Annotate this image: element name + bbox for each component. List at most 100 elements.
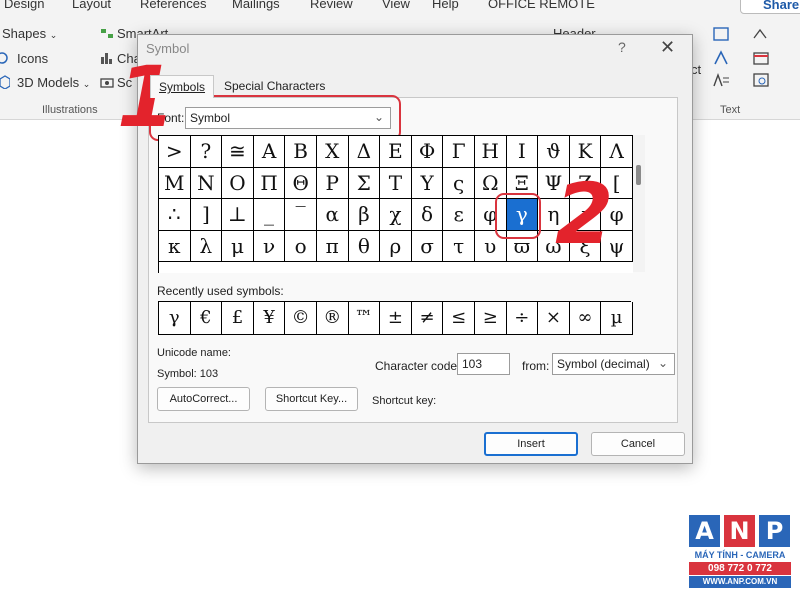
recent-symbol-cell[interactable]: ©	[285, 302, 317, 335]
symbol-cell[interactable]: Τ	[380, 167, 412, 200]
close-icon[interactable]: ✕	[660, 37, 675, 58]
menu-layout[interactable]: Layout	[72, 0, 111, 11]
symbol-cell[interactable]: ≅	[222, 136, 254, 168]
symbol-cell[interactable]: κ	[159, 230, 191, 263]
object-icon[interactable]	[752, 72, 770, 88]
symbol-cell[interactable]: Δ	[348, 136, 381, 168]
recent-symbol-cell[interactable]: ™	[348, 302, 381, 335]
recent-symbol-cell[interactable]: ≠	[411, 302, 444, 335]
menu-review[interactable]: Review	[310, 0, 353, 11]
symbol-cell[interactable]: ?	[190, 136, 223, 168]
from-label: from:	[522, 359, 550, 373]
shortcut-key-button[interactable]: Shortcut Key...	[265, 387, 358, 411]
recent-symbol-cell[interactable]: ÷	[506, 302, 539, 335]
symbol-grid-scrollbar[interactable]	[633, 135, 645, 272]
menu-mailings[interactable]: Mailings	[232, 0, 280, 11]
recent-symbol-cell[interactable]: €	[190, 302, 223, 335]
symbol-cell[interactable]: π	[317, 230, 349, 263]
symbol-cell[interactable]: χ	[380, 199, 412, 231]
menu-office-remote[interactable]: OFFICE REMOTE	[488, 0, 595, 11]
logo-website: WWW.ANP.COM.VN	[689, 576, 791, 588]
symbol-cell[interactable]: Π	[253, 167, 286, 200]
cancel-button[interactable]: Cancel	[591, 432, 685, 456]
symbol-cell[interactable]: ]	[190, 199, 223, 231]
symbol-cell[interactable]: σ	[411, 230, 444, 263]
textbox-icon[interactable]	[712, 26, 730, 42]
text-group-label: Text	[720, 104, 741, 116]
recent-symbol-cell[interactable]: ≥	[475, 302, 507, 335]
recent-symbol-cell[interactable]: ¥	[253, 302, 286, 335]
signature-line-icon[interactable]	[752, 26, 770, 42]
symbol-cell[interactable]: Η	[475, 136, 507, 168]
symbol-cell[interactable]: Κ	[569, 136, 602, 168]
date-time-icon[interactable]	[752, 50, 770, 66]
menu-view[interactable]: View	[382, 0, 410, 11]
recent-symbol-cell[interactable]: ×	[538, 302, 570, 335]
symbol-cell[interactable]: Γ	[443, 136, 475, 168]
logo-phone: 098 772 0 772	[689, 562, 791, 575]
recent-symbol-cell[interactable]: £	[222, 302, 254, 335]
share-label: Share	[763, 0, 800, 12]
recent-symbol-cell[interactable]: ≤	[443, 302, 475, 335]
symbol-cell[interactable]: δ	[411, 199, 444, 231]
menu-design[interactable]: Design	[4, 0, 44, 11]
symbol-cell[interactable]: ς	[443, 167, 475, 200]
shapes-button[interactable]: Shapes ⌄	[2, 26, 57, 41]
symbol-cell[interactable]: θ	[348, 230, 381, 263]
symbol-cell[interactable]: Ν	[190, 167, 223, 200]
from-select[interactable]: Symbol (decimal) ⌄	[552, 353, 675, 375]
character-code-input[interactable]: 103	[457, 353, 510, 375]
symbol-cell[interactable]: ο	[285, 230, 317, 263]
dropcap-icon[interactable]	[712, 72, 730, 88]
tab-symbols[interactable]: Symbols	[150, 75, 215, 98]
symbol-cell[interactable]: Υ	[411, 167, 444, 200]
chevron-down-icon: ⌄	[82, 79, 91, 89]
symbol-cell[interactable]: Ρ	[317, 167, 349, 200]
share-button[interactable]: Share	[740, 0, 800, 14]
symbol-cell[interactable]: Θ	[285, 167, 317, 200]
symbol-cell[interactable]: τ	[443, 230, 475, 263]
symbol-cell[interactable]: ε	[443, 199, 475, 231]
symbol-cell[interactable]: α	[317, 199, 349, 231]
recent-symbol-cell[interactable]: ®	[317, 302, 349, 335]
symbol-cell[interactable]: ν	[253, 230, 286, 263]
symbol-cell[interactable]: μ	[222, 230, 254, 263]
shortcut-key-label: Shortcut key:	[372, 395, 437, 407]
symbol-cell[interactable]: Ο	[222, 167, 254, 200]
symbol-cell[interactable]: Μ	[159, 167, 191, 200]
autocorrect-button[interactable]: AutoCorrect...	[157, 387, 250, 411]
logo-letters: A N P	[689, 515, 791, 547]
3d-models-button[interactable]: 3D Models ⌄	[0, 75, 90, 90]
symbol-cell[interactable]: Ε	[380, 136, 412, 168]
wordart-icon[interactable]	[712, 50, 730, 66]
tab-special-characters[interactable]: Special Characters	[216, 75, 333, 97]
symbol-cell[interactable]: β	[348, 199, 381, 231]
symbol-cell[interactable]: ‾	[285, 199, 317, 231]
symbol-cell[interactable]: Σ	[348, 167, 381, 200]
symbol-cell[interactable]: ∴	[159, 199, 191, 231]
recent-symbol-cell[interactable]: ±	[380, 302, 412, 335]
symbol-cell[interactable]: Φ	[411, 136, 444, 168]
insert-button[interactable]: Insert	[484, 432, 578, 456]
symbol-cell[interactable]: ⊥	[222, 199, 254, 231]
symbol-cell[interactable]: Ι	[506, 136, 539, 168]
symbol-cell[interactable]: Β	[285, 136, 317, 168]
step-number-2: 2	[555, 165, 614, 263]
symbol-cell[interactable]: ρ	[380, 230, 412, 263]
scroll-thumb[interactable]	[636, 165, 641, 185]
recent-symbol-cell[interactable]: ∞	[569, 302, 602, 335]
symbol-cell[interactable]: ϑ	[538, 136, 570, 168]
shapes-label: Shapes	[2, 26, 47, 41]
logo-tagline: MÁY TÍNH - CAMERA	[694, 550, 786, 560]
symbol-cell[interactable]: Χ	[317, 136, 349, 168]
symbol-cell[interactable]: Α	[253, 136, 286, 168]
recent-symbol-cell[interactable]: µ	[601, 302, 633, 335]
icons-button[interactable]: Icons	[0, 51, 48, 66]
symbol-cell[interactable]: λ	[190, 230, 223, 263]
menu-references[interactable]: References	[140, 0, 206, 11]
symbol-cell[interactable]: _	[253, 199, 286, 231]
symbol-cell[interactable]: Λ	[601, 136, 633, 168]
recent-symbol-cell[interactable]: γ	[159, 302, 191, 335]
help-button[interactable]: ?	[618, 39, 626, 55]
menu-help[interactable]: Help	[432, 0, 459, 11]
